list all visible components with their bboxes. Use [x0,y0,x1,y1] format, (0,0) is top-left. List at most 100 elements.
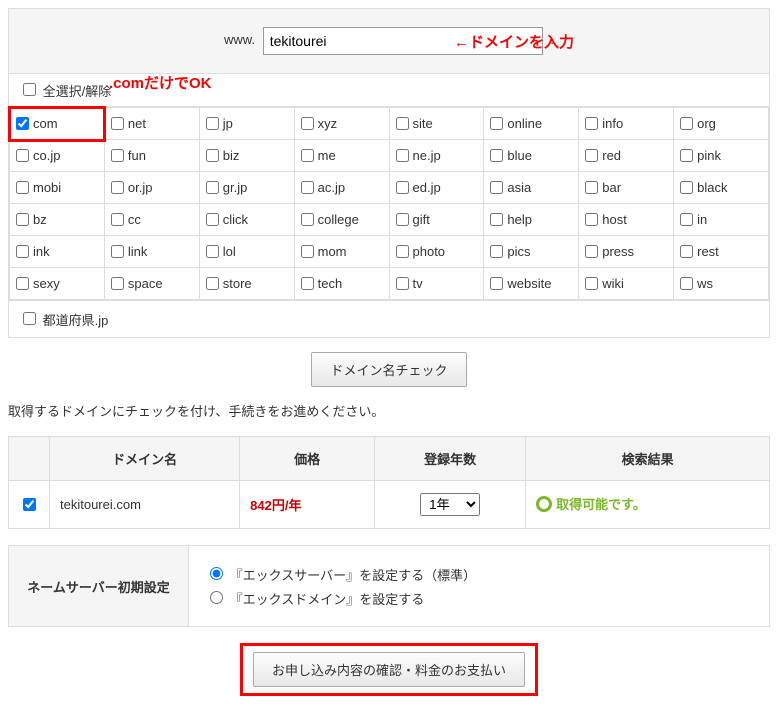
tld-checkbox-xyz[interactable] [301,117,314,130]
tld-checkbox-website[interactable] [490,277,503,290]
tld-checkbox-host[interactable] [585,213,598,226]
tld-checkbox-college[interactable] [301,213,314,226]
tld-label-tech[interactable]: tech [301,276,383,291]
tld-label-lol[interactable]: lol [206,244,288,259]
tld-label-website[interactable]: website [490,276,572,291]
tld-label-info[interactable]: info [585,116,667,131]
tld-checkbox-tech[interactable] [301,277,314,290]
tld-label-link[interactable]: link [111,244,193,259]
tld-label-ed-jp[interactable]: ed.jp [396,180,478,195]
tld-checkbox-gift[interactable] [396,213,409,226]
tld-label-blue[interactable]: blue [490,148,572,163]
tld-checkbox-sexy[interactable] [16,277,29,290]
tld-label-photo[interactable]: photo [396,244,478,259]
tld-checkbox-press[interactable] [585,245,598,258]
tld-checkbox-online[interactable] [490,117,503,130]
tld-checkbox-link[interactable] [111,245,124,258]
tld-checkbox-mom[interactable] [301,245,314,258]
tld-label-cc[interactable]: cc [111,212,193,227]
tld-label-rest[interactable]: rest [680,244,762,259]
tld-checkbox-fun[interactable] [111,149,124,162]
tld-label-jp[interactable]: jp [206,116,288,131]
tld-label-ws[interactable]: ws [680,276,762,291]
tld-checkbox-com[interactable] [16,117,29,130]
tld-label-bar[interactable]: bar [585,180,667,195]
tld-label-me[interactable]: me [301,148,383,163]
tld-checkbox-co-jp[interactable] [16,149,29,162]
tld-checkbox-ink[interactable] [16,245,29,258]
tld-checkbox-org[interactable] [680,117,693,130]
tld-checkbox-ed-jp[interactable] [396,181,409,194]
tld-label-store[interactable]: store [206,276,288,291]
tld-label-fun[interactable]: fun [111,148,193,163]
ns-radio-xdomain[interactable] [210,591,223,604]
tld-label-ink[interactable]: ink [16,244,98,259]
domain-check-button[interactable]: ドメイン名チェック [311,352,466,387]
pref-jp-checkbox[interactable] [23,312,36,325]
tld-checkbox-ac-jp[interactable] [301,181,314,194]
tld-checkbox-lol[interactable] [206,245,219,258]
tld-label-click[interactable]: click [206,212,288,227]
tld-checkbox-rest[interactable] [680,245,693,258]
tld-label-asia[interactable]: asia [490,180,572,195]
tld-label-ne-jp[interactable]: ne.jp [396,148,478,163]
pref-jp-label[interactable]: 都道府県.jp [19,313,108,328]
tld-checkbox-black[interactable] [680,181,693,194]
select-all-checkbox[interactable] [23,83,36,96]
tld-label-biz[interactable]: biz [206,148,288,163]
tld-label-bz[interactable]: bz [16,212,98,227]
tld-label-help[interactable]: help [490,212,572,227]
tld-label-or-jp[interactable]: or.jp [111,180,193,195]
tld-label-net[interactable]: net [111,116,193,131]
submit-button[interactable]: お申し込み内容の確認・料金のお支払い [253,652,525,687]
tld-checkbox-store[interactable] [206,277,219,290]
tld-checkbox-me[interactable] [301,149,314,162]
tld-checkbox-cc[interactable] [111,213,124,226]
tld-label-red[interactable]: red [585,148,667,163]
domain-input[interactable] [263,27,543,55]
tld-checkbox-in[interactable] [680,213,693,226]
select-all-label[interactable]: 全選択/解除 [19,84,111,99]
tld-label-wiki[interactable]: wiki [585,276,667,291]
tld-label-com[interactable]: com [16,116,98,131]
tld-label-press[interactable]: press [585,244,667,259]
tld-checkbox-info[interactable] [585,117,598,130]
tld-checkbox-bar[interactable] [585,181,598,194]
tld-checkbox-ne-jp[interactable] [396,149,409,162]
tld-label-in[interactable]: in [680,212,762,227]
tld-checkbox-pics[interactable] [490,245,503,258]
tld-label-mobi[interactable]: mobi [16,180,98,195]
years-select[interactable]: 1年 [420,493,480,516]
tld-checkbox-gr-jp[interactable] [206,181,219,194]
tld-label-org[interactable]: org [680,116,762,131]
tld-label-black[interactable]: black [680,180,762,195]
tld-checkbox-wiki[interactable] [585,277,598,290]
tld-checkbox-net[interactable] [111,117,124,130]
tld-checkbox-click[interactable] [206,213,219,226]
tld-checkbox-bz[interactable] [16,213,29,226]
tld-label-pics[interactable]: pics [490,244,572,259]
tld-checkbox-photo[interactable] [396,245,409,258]
tld-checkbox-red[interactable] [585,149,598,162]
tld-label-gr-jp[interactable]: gr.jp [206,180,288,195]
tld-checkbox-ws[interactable] [680,277,693,290]
tld-checkbox-blue[interactable] [490,149,503,162]
tld-label-pink[interactable]: pink [680,148,762,163]
tld-label-xyz[interactable]: xyz [301,116,383,131]
ns-radio-xserver[interactable] [210,567,223,580]
tld-checkbox-space[interactable] [111,277,124,290]
tld-checkbox-tv[interactable] [396,277,409,290]
tld-checkbox-asia[interactable] [490,181,503,194]
tld-label-gift[interactable]: gift [396,212,478,227]
ns-option-xdomain[interactable]: 『エックスドメイン』を設定する [205,588,753,608]
tld-checkbox-or-jp[interactable] [111,181,124,194]
result-row-checkbox[interactable] [23,498,36,511]
tld-label-site[interactable]: site [396,116,478,131]
tld-checkbox-pink[interactable] [680,149,693,162]
tld-label-space[interactable]: space [111,276,193,291]
tld-checkbox-jp[interactable] [206,117,219,130]
tld-checkbox-mobi[interactable] [16,181,29,194]
tld-label-ac-jp[interactable]: ac.jp [301,180,383,195]
tld-label-sexy[interactable]: sexy [16,276,98,291]
tld-checkbox-biz[interactable] [206,149,219,162]
